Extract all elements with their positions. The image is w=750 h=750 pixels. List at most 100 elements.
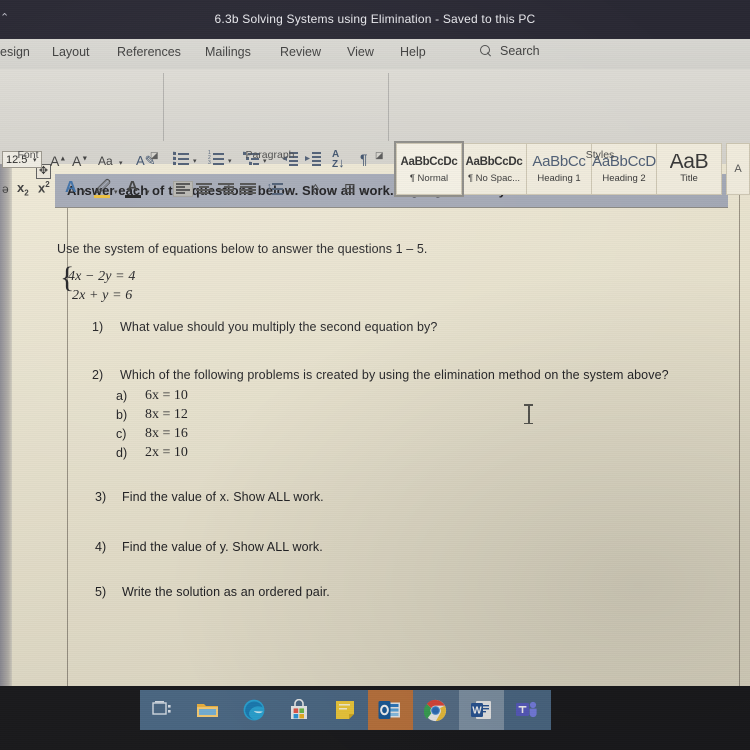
text-ibeam-cursor bbox=[524, 404, 533, 424]
tab-references[interactable]: References bbox=[117, 45, 181, 59]
option-c-label: c) bbox=[116, 427, 127, 441]
shading-icon[interactable]: ◊ bbox=[312, 182, 319, 196]
option-c-equation: 8x = 16 bbox=[145, 426, 188, 441]
font-color-dropdown-icon[interactable]: ▾ bbox=[146, 188, 150, 196]
google-chrome-icon bbox=[424, 699, 447, 721]
equation-line-1: 4x − 2y = 4 bbox=[68, 269, 136, 284]
font-dialog-launcher[interactable]: ◪ bbox=[150, 151, 159, 160]
document-left-gutter bbox=[0, 164, 12, 686]
intro-text: Use the system of equations below to ans… bbox=[57, 242, 428, 256]
document-canvas[interactable]: Answer each of the questions below. Show… bbox=[0, 164, 750, 686]
question-5-number: 5) bbox=[95, 585, 107, 599]
equation-line-2: 2x + y = 6 bbox=[72, 288, 133, 303]
numbered-list-dropdown-icon[interactable]: ▾ bbox=[228, 157, 232, 165]
align-left-icon[interactable] bbox=[173, 181, 193, 197]
taskbar-item-google-chrome[interactable] bbox=[413, 690, 459, 730]
style-normal[interactable]: AaBbCcDc ¶ Normal bbox=[394, 141, 464, 197]
text-effects-dropdown-icon[interactable]: ▾ bbox=[82, 188, 86, 196]
strikethrough-icon[interactable]: ə bbox=[2, 183, 9, 195]
subscript-icon[interactable]: x2 bbox=[17, 181, 29, 198]
style-preview: AaB bbox=[669, 154, 709, 170]
task-view-icon bbox=[152, 701, 171, 715]
svg-text:W: W bbox=[473, 706, 483, 717]
style-preview: AaBbCcDc bbox=[400, 156, 458, 168]
show-formatting-marks-icon[interactable]: ¶ bbox=[360, 152, 368, 166]
window-title: 6.3b Solving Systems using Elimination -… bbox=[214, 12, 536, 26]
microsoft-store-icon bbox=[291, 699, 308, 719]
text-highlight-icon[interactable]: 🖉 bbox=[95, 180, 111, 195]
sticky-notes-icon bbox=[335, 701, 354, 719]
bullet-list-dropdown-icon[interactable]: ▾ bbox=[193, 157, 197, 165]
shading-dropdown-icon[interactable]: ▾ bbox=[331, 188, 335, 196]
option-a-equation: 6x = 10 bbox=[145, 388, 188, 403]
line-spacing-dropdown-icon[interactable]: ▾ bbox=[287, 188, 291, 196]
microsoft-edge-icon bbox=[243, 699, 265, 721]
file-explorer-icon bbox=[197, 704, 219, 717]
superscript-icon[interactable]: x2 bbox=[38, 181, 50, 195]
borders-dropdown-icon[interactable]: ▾ bbox=[363, 188, 367, 196]
question-5-text: Write the solution as an ordered pair. bbox=[122, 585, 330, 599]
sort-az-icon[interactable]: A Z↓ bbox=[332, 150, 345, 170]
search-icon bbox=[480, 44, 493, 58]
style-name: ¶ Normal bbox=[409, 173, 449, 184]
paragraph-group-label: Paragraph bbox=[245, 149, 295, 161]
taskbar-item-file-explorer[interactable] bbox=[186, 690, 232, 730]
taskbar-item-microsoft-teams[interactable] bbox=[504, 690, 550, 730]
justify-icon[interactable] bbox=[240, 182, 258, 196]
align-center-icon[interactable] bbox=[196, 182, 214, 196]
numbered-list-icon[interactable]: 1 2 3 bbox=[208, 151, 225, 166]
question-1-text: What value should you multiply the secon… bbox=[120, 320, 438, 334]
style-preview: AaBbCcDc bbox=[465, 156, 523, 168]
outlook-icon bbox=[378, 701, 401, 719]
ribbon-tab-strip: esign Layout References Mailings Review … bbox=[0, 39, 750, 69]
line-spacing-icon[interactable]: ↕ bbox=[267, 182, 284, 195]
grow-font-icon[interactable]: A▲ bbox=[50, 154, 66, 168]
style-gallery-overflow[interactable]: A bbox=[726, 143, 750, 195]
microsoft-word-icon: W bbox=[471, 701, 492, 719]
paragraph-dialog-launcher[interactable]: ◪ bbox=[375, 151, 384, 160]
taskbar-item-microsoft-store[interactable] bbox=[277, 690, 323, 730]
microsoft-teams-icon bbox=[515, 701, 537, 718]
style-name: Heading 2 bbox=[602, 173, 646, 184]
taskbar-item-microsoft-edge[interactable] bbox=[231, 690, 277, 730]
text-effects-icon[interactable]: A bbox=[65, 180, 77, 196]
style-name: Heading 1 bbox=[537, 173, 581, 184]
question-3-text: Find the value of x. Show ALL work. bbox=[122, 490, 324, 504]
align-right-icon[interactable] bbox=[218, 182, 236, 196]
option-a-label: a) bbox=[116, 389, 128, 403]
style-name: Title bbox=[680, 173, 698, 184]
question-1-number: 1) bbox=[92, 320, 104, 334]
highlight-dropdown-icon[interactable]: ▾ bbox=[114, 188, 118, 196]
tab-layout[interactable]: Layout bbox=[52, 45, 90, 59]
taskbar-item-task-view[interactable] bbox=[140, 690, 186, 730]
windows-taskbar: W bbox=[140, 690, 551, 730]
change-case-icon[interactable]: Aa bbox=[98, 155, 113, 167]
option-d-equation: 2x = 10 bbox=[145, 445, 188, 460]
font-group-label: Font bbox=[17, 149, 39, 161]
style-name: ¶ No Spac... bbox=[467, 173, 521, 184]
tab-help[interactable]: Help bbox=[400, 45, 426, 59]
question-3-number: 3) bbox=[95, 490, 107, 504]
question-2-text: Which of the following problems is creat… bbox=[120, 368, 669, 382]
option-b-equation: 8x = 12 bbox=[145, 407, 188, 422]
borders-icon[interactable]: ⊞ bbox=[344, 181, 356, 195]
bullet-list-icon[interactable]: • • • bbox=[173, 151, 190, 166]
tab-view[interactable]: View bbox=[347, 45, 374, 59]
taskbar-item-microsoft-word[interactable]: W bbox=[458, 690, 504, 730]
tab-review[interactable]: Review bbox=[280, 45, 321, 59]
font-paragraph-divider bbox=[163, 73, 164, 141]
search-box[interactable]: Search bbox=[480, 44, 540, 58]
option-d-label: d) bbox=[116, 446, 128, 460]
style-title[interactable]: AaB Title bbox=[656, 143, 722, 195]
taskbar-item-sticky-notes[interactable] bbox=[322, 690, 368, 730]
tab-design[interactable]: esign bbox=[0, 45, 30, 59]
paragraph-styles-divider bbox=[388, 73, 389, 141]
font-color-icon[interactable]: A bbox=[127, 179, 138, 194]
change-case-dropdown-icon[interactable]: ▾ bbox=[119, 159, 123, 167]
shrink-font-icon[interactable]: A▼ bbox=[72, 154, 88, 168]
question-4-text: Find the value of y. Show ALL work. bbox=[122, 540, 323, 554]
taskbar-item-outlook[interactable] bbox=[367, 690, 413, 730]
font-color-swatch bbox=[125, 195, 141, 198]
style-no-spacing[interactable]: AaBbCcDc ¶ No Spac... bbox=[461, 143, 527, 195]
tab-mailings[interactable]: Mailings bbox=[205, 45, 251, 59]
